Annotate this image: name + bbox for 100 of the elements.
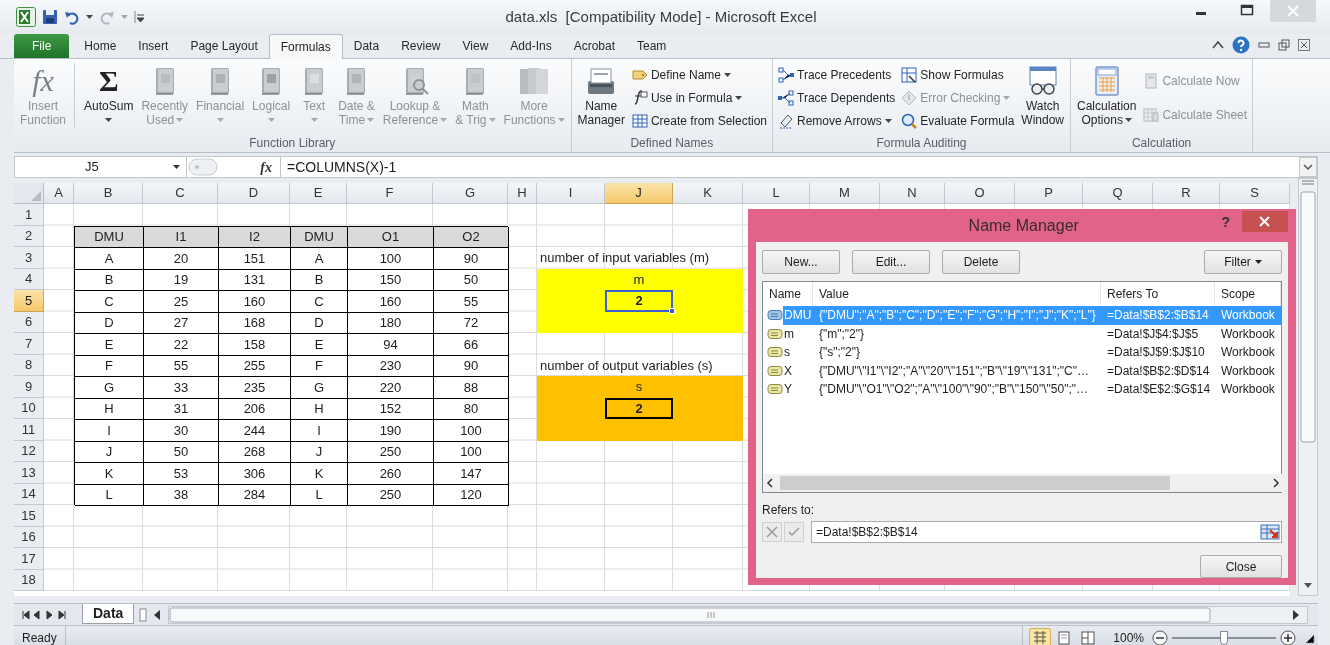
column-header[interactable]: E [290, 183, 347, 204]
row-header[interactable]: 17 [14, 548, 44, 570]
selected-cell[interactable]: 2 [605, 290, 673, 312]
ribbon-button[interactable]: Create from Selection [629, 111, 769, 131]
ribbon-tab[interactable]: View [451, 34, 500, 58]
fill-handle[interactable] [669, 307, 675, 314]
row-header[interactable]: 10 [14, 397, 44, 419]
column-header[interactable]: G [433, 183, 508, 204]
list-row[interactable]: s {"s";"2"} =Data!$J$9:$J$10 Workbook [783, 343, 1281, 362]
list-row[interactable]: m {"m";"2"} =Data!$J$4:$J$5 Workbook [783, 324, 1281, 343]
view-button[interactable] [1029, 628, 1052, 645]
ribbon-button[interactable]: Watch Window [1018, 63, 1068, 127]
column-header[interactable]: S [1220, 183, 1290, 204]
column-header[interactable]: M [810, 183, 880, 204]
save-icon[interactable] [42, 9, 58, 25]
row-header[interactable]: 11 [14, 419, 44, 441]
column-header[interactable]: A [44, 183, 74, 204]
zoom-out-icon[interactable] [1152, 630, 1168, 645]
ribbon-tab[interactable]: Data [342, 34, 391, 58]
spreadsheet-icon[interactable] [16, 7, 36, 27]
row-header[interactable]: 8 [14, 354, 44, 376]
ribbon-button[interactable]: Name Manager [574, 63, 628, 127]
ribbon-tab[interactable]: Home [73, 34, 128, 58]
list-row[interactable]: X {"DMU"\"I1"\"I2";"A"\"20"\"151";"B"\"19"\"131";"C"… =Data!$B$2:$D$14 Workbook [783, 361, 1281, 380]
table-cell: 100 [348, 248, 434, 270]
filter-button[interactable]: Filter [1204, 250, 1282, 274]
row-header[interactable]: 5 [14, 290, 44, 312]
column-header[interactable]: L [743, 183, 810, 204]
column-header[interactable]: R [1153, 183, 1220, 204]
column-header[interactable]: J [605, 183, 673, 204]
zoom-level[interactable]: 100% [1113, 629, 1144, 645]
cell[interactable]: 2 [605, 397, 673, 419]
column-header[interactable]: P [1015, 183, 1083, 204]
refers-to-field[interactable]: =Data!$B$2:$B$14 [811, 521, 1282, 543]
row-header[interactable]: 9 [14, 376, 44, 398]
ribbon-tab[interactable]: Review [390, 34, 452, 58]
ribbon-button[interactable]: Evaluate Formula [899, 111, 1017, 131]
close-button[interactable]: Close [1200, 555, 1282, 578]
ribbon-tab[interactable]: Acrobat [562, 34, 626, 58]
ribbon-button[interactable]: Trace Precedents [776, 65, 898, 85]
list-row[interactable]: Y {"DMU"\"O1"\"O2";"A"\"100"\"90";"B"\"150"\"50";"… =Data!$E$2:$G$14 Workbook [783, 380, 1281, 399]
range-picker-icon[interactable] [1260, 523, 1280, 541]
column-header[interactable]: B [74, 183, 143, 204]
vertical-scrollbar[interactable] [1298, 178, 1318, 596]
column-header[interactable]: O [945, 183, 1015, 204]
ribbon-button[interactable]: Define Name [629, 65, 769, 85]
row-header[interactable]: 14 [14, 483, 44, 505]
column-header[interactable]: K [673, 183, 743, 204]
horizontal-scrollbar[interactable] [763, 474, 1283, 492]
ribbon-button[interactable]: Trace Dependents [776, 88, 898, 108]
row-header[interactable]: 15 [14, 505, 44, 527]
check-icon[interactable] [784, 522, 804, 542]
dialog-button[interactable]: Edit... [852, 250, 930, 274]
customize-toolbar-icon[interactable] [134, 11, 144, 23]
ribbon-button[interactable]: Calculation Options [1074, 63, 1140, 127]
column-header[interactable]: C [143, 183, 218, 204]
table-cell: 160 [219, 291, 291, 313]
row-header[interactable]: 6 [14, 311, 44, 333]
collapse-ribbon-icon[interactable] [1212, 40, 1224, 50]
row-header[interactable]: 3 [14, 247, 44, 269]
help-button[interactable]: ? [1221, 212, 1230, 233]
ribbon-tab[interactable]: Formulas [268, 34, 343, 59]
file-tab[interactable]: File [14, 34, 70, 58]
dialog-button[interactable]: Delete [942, 250, 1020, 274]
ribbon-button[interactable]: Show Formulas [899, 65, 1017, 85]
undo-icon[interactable] [64, 9, 80, 25]
window-title: data.xls [Compatibility Mode] - Microsoft Excel [505, 6, 817, 27]
column-header[interactable]: H [508, 183, 537, 204]
horizontal-scrollbar[interactable] [168, 605, 1309, 624]
row-header[interactable]: 18 [14, 569, 44, 591]
ribbon-tab[interactable]: Page Layout [179, 34, 269, 58]
ribbon-button[interactable]: Σ AutoSum [81, 63, 137, 127]
zoom-slider-thumb[interactable] [1220, 631, 1228, 645]
row-header[interactable]: 7 [14, 333, 44, 355]
row-header[interactable]: 2 [14, 225, 44, 247]
row-header[interactable]: 12 [14, 440, 44, 462]
restore-icon[interactable] [1278, 39, 1290, 51]
column-header[interactable]: I [537, 183, 605, 204]
column-header[interactable]: Q [1083, 183, 1153, 204]
table-cell: 50 [434, 269, 509, 291]
column-header[interactable]: F [347, 183, 433, 204]
close-icon[interactable] [1242, 211, 1288, 232]
ribbon-tab[interactable]: Add-Ins [499, 34, 563, 58]
sheet-tab[interactable]: Data [82, 603, 135, 624]
column-header[interactable]: D [218, 183, 290, 204]
row-header[interactable]: 1 [14, 204, 44, 226]
dialog-button[interactable]: New... [762, 250, 840, 274]
help-icon[interactable] [1232, 36, 1250, 54]
row-header[interactable]: 4 [14, 268, 44, 290]
ribbon-tab[interactable]: Insert [127, 34, 180, 58]
column-header[interactable]: N [880, 183, 945, 204]
table-cell: 255 [219, 355, 291, 377]
zoom-in-icon[interactable] [1280, 630, 1296, 645]
ribbon-button[interactable]: Use in Formula [629, 88, 769, 108]
row-header[interactable]: 16 [14, 526, 44, 548]
ribbon-tab[interactable]: Team [626, 34, 678, 58]
table-cell: 131 [219, 269, 291, 291]
close-icon[interactable] [1298, 39, 1310, 51]
row-header[interactable]: 13 [14, 462, 44, 484]
ribbon-button[interactable]: Remove Arrows [776, 111, 898, 131]
